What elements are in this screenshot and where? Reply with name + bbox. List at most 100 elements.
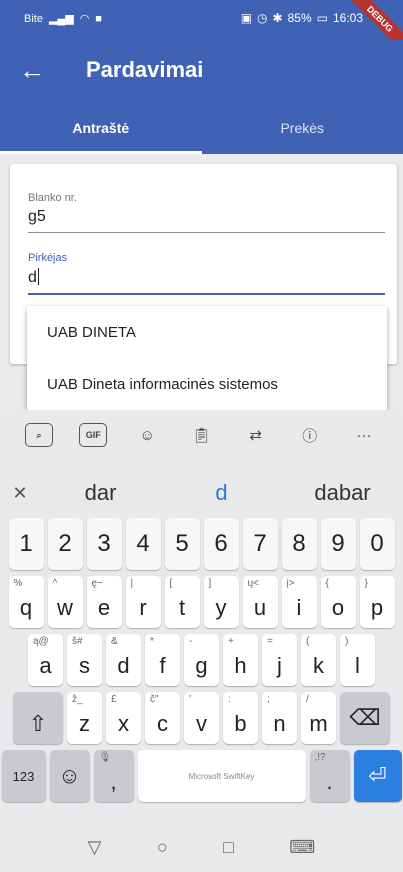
- key-label: m: [309, 711, 328, 736]
- key-hint: ': [189, 694, 191, 705]
- prediction-middle[interactable]: d: [161, 480, 282, 506]
- app-bar: ← Pardavimai: [0, 40, 403, 102]
- key-label: r: [139, 595, 147, 620]
- key-label: 5: [175, 530, 189, 557]
- clipboard-button[interactable]: 📋︎: [184, 420, 218, 450]
- key-l[interactable]: ) l: [340, 634, 375, 686]
- prediction-left[interactable]: dar: [40, 480, 161, 506]
- search-button[interactable]: ⌕: [22, 420, 56, 450]
- key-v[interactable]: ' v: [184, 692, 219, 744]
- key-t[interactable]: [t: [164, 576, 200, 628]
- key-hint: :: [228, 694, 231, 705]
- space-label: Microsoft SwiftKey: [188, 771, 255, 781]
- key-r[interactable]: | r: [125, 576, 161, 628]
- translate-button[interactable]: ⇄: [239, 420, 273, 450]
- key-3[interactable]: 3: [86, 518, 122, 570]
- back-button[interactable]: ←: [14, 52, 50, 88]
- signal-icon: ▂▄▆: [48, 13, 74, 25]
- key-0[interactable]: 0: [359, 518, 395, 570]
- key-label: 0: [370, 530, 384, 557]
- key-label: z: [79, 711, 90, 736]
- key-a[interactable]: ą@ a: [28, 634, 63, 686]
- status-bar: Bite ▂▄▆ ◠ ■ ▣ ◷ ✱ 85% ▭ 16:03 DEBUG: [0, 0, 403, 56]
- key-n[interactable]: ; n: [262, 692, 297, 744]
- home-circle-icon[interactable]: ○: [157, 837, 168, 858]
- tab-prekes[interactable]: Prekės: [202, 102, 403, 154]
- key-label: 3: [97, 530, 111, 557]
- key-9[interactable]: 9: [320, 518, 356, 570]
- collapse-icon[interactable]: ✕: [0, 483, 40, 504]
- key-s[interactable]: š# s: [67, 634, 102, 686]
- key-4[interactable]: 4: [125, 518, 161, 570]
- key-o[interactable]: {o: [320, 576, 356, 628]
- key-u[interactable]: ų< u: [242, 576, 278, 628]
- keyboard-hide-icon[interactable]: ⌨: [289, 837, 315, 858]
- key-q[interactable]: % q: [8, 576, 44, 628]
- key-8[interactable]: 8: [281, 518, 317, 570]
- key-label: q: [19, 595, 33, 620]
- key-label: y: [215, 595, 227, 620]
- translate-icon: ⇄: [249, 427, 262, 444]
- key-6[interactable]: 6: [203, 518, 239, 570]
- key-label: u: [253, 595, 267, 620]
- key-p[interactable]: } p: [359, 576, 395, 628]
- key-h[interactable]: + h: [223, 634, 258, 686]
- enter-key[interactable]: ⏎: [353, 750, 402, 802]
- suggestion-item[interactable]: UAB DINETA: [27, 306, 387, 358]
- key-j[interactable]: = j: [262, 634, 297, 686]
- key-z[interactable]: ž_z: [67, 692, 102, 744]
- tab-antraste[interactable]: Antraštė: [0, 102, 202, 154]
- key-label: o: [331, 595, 345, 620]
- key-e[interactable]: ę~ e: [86, 576, 122, 628]
- key-k[interactable]: (k: [301, 634, 336, 686]
- key-label: n: [273, 711, 286, 736]
- shift-key[interactable]: ⇧: [13, 692, 63, 744]
- info-button[interactable]: ⓘ: [293, 420, 327, 450]
- key-d[interactable]: & d: [106, 634, 141, 686]
- key-g[interactable]: -g: [184, 634, 219, 686]
- key-label: 8: [292, 530, 306, 557]
- key-c[interactable]: č" c: [145, 692, 180, 744]
- pirkejas-field[interactable]: Pirkėjas d: [28, 252, 385, 295]
- comma-key[interactable]: 🎙︎,: [93, 750, 134, 802]
- space-key[interactable]: Microsoft SwiftKey: [137, 750, 306, 802]
- key-hint: ę~: [91, 578, 103, 589]
- period-key[interactable]: ,!?.: [309, 750, 350, 802]
- key-m[interactable]: / m: [301, 692, 336, 744]
- page-title: Pardavimai: [86, 57, 204, 82]
- period-label: .: [326, 769, 333, 794]
- key-1[interactable]: 1: [8, 518, 44, 570]
- key-label: k: [313, 653, 324, 678]
- key-5[interactable]: 5: [164, 518, 200, 570]
- key-x[interactable]: £ x: [106, 692, 141, 744]
- key-i[interactable]: į> i: [281, 576, 317, 628]
- backspace-key[interactable]: ⌫: [340, 692, 390, 744]
- key-f[interactable]: * f: [145, 634, 180, 686]
- key-label: j: [277, 653, 282, 678]
- key-hint: ž_: [72, 694, 83, 705]
- gif-button[interactable]: GIF: [76, 420, 110, 450]
- text-caret: [37, 268, 39, 285]
- key-2[interactable]: 2: [47, 518, 83, 570]
- suggestion-item[interactable]: UAB Dineta informacinės sistemos: [27, 358, 387, 410]
- emoji-key[interactable]: ☺: [49, 750, 90, 802]
- numbers-key[interactable]: 123: [1, 750, 46, 802]
- pirkejas-input[interactable]: d: [28, 268, 385, 293]
- key-7[interactable]: 7: [242, 518, 278, 570]
- key-w[interactable]: ^ w: [47, 576, 83, 628]
- back-triangle-icon[interactable]: ▽: [88, 837, 102, 858]
- key-label: a: [39, 653, 52, 678]
- more-button[interactable]: ···: [347, 420, 381, 450]
- key-label: 4: [136, 530, 150, 557]
- sticker-button[interactable]: ☺: [130, 420, 164, 450]
- key-label: w: [57, 595, 73, 620]
- key-label: 2: [58, 530, 72, 557]
- notification-icon: ■: [95, 12, 102, 25]
- prediction-right[interactable]: dabar: [282, 480, 403, 506]
- blanko-field[interactable]: Blanko nr. g5: [28, 192, 385, 233]
- recents-square-icon[interactable]: □: [223, 837, 234, 858]
- alarm-icon: ◷: [257, 11, 268, 25]
- key-label: x: [118, 711, 129, 736]
- key-y[interactable]: ] y: [203, 576, 239, 628]
- key-b[interactable]: :b: [223, 692, 258, 744]
